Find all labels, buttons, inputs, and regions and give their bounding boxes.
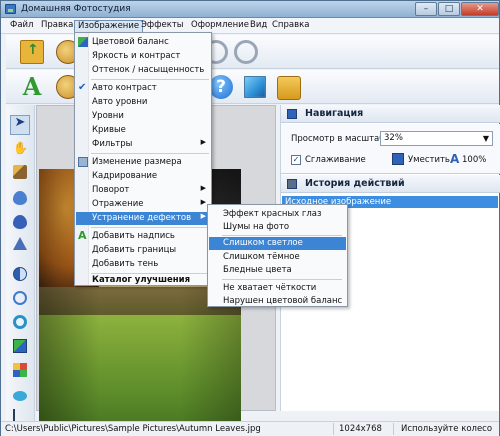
open-folder-icon[interactable]: [20, 40, 44, 64]
actual-size-button[interactable]: 100%: [462, 155, 486, 165]
menu-item-resize[interactable]: Изменение размера: [76, 156, 210, 169]
menu-item-brightness-contrast[interactable]: Яркость и контраст: [76, 50, 210, 63]
shopping-bag-icon[interactable]: [277, 76, 301, 100]
navigation-title: Навигация: [305, 108, 364, 119]
submenu-item-too-dark[interactable]: Слишком тёмное: [209, 251, 346, 264]
submenu-arrow-icon: ▶: [200, 184, 206, 192]
color-balance-icon: [78, 37, 88, 47]
submenu-arrow-icon: ▶: [200, 198, 206, 206]
menu-item-add-shadow[interactable]: Добавить тень: [76, 258, 210, 271]
menu-item-auto-levels[interactable]: Авто уровни: [76, 96, 210, 109]
redeye-tool-icon[interactable]: [13, 315, 27, 329]
navigation-body: Просмотр в масштабе 32% ▼ ✓ Сглаживание …: [281, 124, 500, 174]
menu-item-filters[interactable]: Фильтры ▶: [76, 138, 210, 151]
image-menu-dropdown: Цветовой баланс Яркость и контраст Оттен…: [74, 32, 212, 286]
zoom-value: 32%: [384, 133, 403, 143]
eraser-tool-icon[interactable]: [13, 391, 27, 401]
redo-icon[interactable]: [234, 40, 258, 64]
submenu-item-too-bright[interactable]: Слишком светлое: [209, 237, 346, 250]
help-icon[interactable]: ?: [209, 75, 233, 99]
submenu-item-lack-sharpness[interactable]: Не хватает чёткости: [209, 282, 346, 295]
submenu-arrow-icon: ▶: [200, 138, 206, 146]
channels-tool-icon[interactable]: [13, 363, 27, 377]
window-title: Домашняя Фотостудия: [21, 4, 131, 14]
submenu-item-noise[interactable]: Шумы на фото: [209, 221, 346, 234]
menu-item-auto-contrast[interactable]: ✔ Авто контраст: [76, 82, 210, 95]
blur-drop-icon[interactable]: [13, 191, 27, 205]
menu-separator: [91, 153, 209, 154]
hand-tool-icon[interactable]: ✋: [13, 141, 28, 155]
smoothing-checkbox[interactable]: ✓: [291, 155, 301, 165]
menu-item-enhancement-catalog[interactable]: Каталог улучшения: [76, 274, 210, 287]
menu-item-rotate[interactable]: Поворот ▶: [76, 184, 210, 197]
add-text-icon[interactable]: A: [20, 75, 44, 99]
submenu-item-pale-colors[interactable]: Бледные цвета: [209, 264, 346, 277]
chevron-down-icon: ▼: [482, 134, 489, 143]
status-hint: Используйте колесо: [401, 424, 493, 434]
history-header[interactable]: История действий: [281, 175, 500, 193]
zoom-label: Просмотр в масштабе: [291, 134, 390, 144]
menu-view[interactable]: Вид: [247, 20, 270, 33]
contrast-tool-icon[interactable]: [13, 267, 27, 281]
menu-item-add-borders[interactable]: Добавить границы: [76, 244, 210, 257]
ellipse-tool-icon[interactable]: [13, 291, 27, 305]
check-icon: ✔: [78, 82, 87, 93]
menu-file[interactable]: Файл: [7, 20, 36, 33]
status-path: C:\Users\Public\Pictures\Sample Pictures…: [5, 424, 261, 434]
fit-button[interactable]: Уместить: [408, 155, 450, 165]
submenu-item-color-balance-broken[interactable]: Нарушен цветовой баланс: [209, 295, 346, 308]
resize-icon: [78, 157, 88, 167]
triangle-tool-icon[interactable]: [13, 237, 27, 250]
select-tool-icon[interactable]: ➤: [10, 115, 30, 135]
menu-item-add-text[interactable]: A Добавить надпись: [76, 230, 210, 243]
tools-panel: ➤ ✋: [6, 105, 35, 423]
submenu-item-red-eye[interactable]: Эффект красных глаз: [209, 208, 346, 221]
history-title: История действий: [305, 178, 405, 189]
color-tool-icon[interactable]: [13, 339, 27, 353]
defects-submenu: Эффект красных глаз Шумы на фото Слишком…: [207, 204, 348, 307]
brush-tool-icon[interactable]: [13, 165, 27, 179]
menu-item-flip[interactable]: Отражение ▶: [76, 198, 210, 211]
app-icon: [5, 4, 16, 14]
menu-separator: [91, 79, 209, 80]
minimize-button[interactable]: –: [415, 2, 437, 16]
status-dimensions: 1024x768: [339, 424, 382, 434]
close-button[interactable]: ✕: [461, 2, 499, 16]
menu-separator: [222, 279, 342, 280]
smoothing-label: Сглаживание: [305, 155, 366, 165]
menu-separator: [222, 235, 342, 236]
app-window: Домашняя Фотостудия – □ ✕ Файл Правка Из…: [0, 0, 500, 436]
menu-item-crop[interactable]: Кадрирование: [76, 170, 210, 183]
zoom-select[interactable]: 32% ▼: [380, 131, 493, 146]
sharpen-drop-icon[interactable]: [13, 215, 27, 229]
menu-separator: [91, 227, 209, 228]
title-bar: Домашняя Фотостудия – □ ✕: [1, 1, 499, 18]
text-a-icon: A: [78, 229, 87, 242]
3d-box-icon[interactable]: [244, 76, 266, 98]
actual-size-icon[interactable]: A: [450, 152, 459, 166]
menu-item-color-balance[interactable]: Цветовой баланс: [76, 36, 210, 49]
maximize-button[interactable]: □: [438, 2, 460, 16]
fit-icon[interactable]: [392, 153, 404, 165]
menu-help[interactable]: Справка: [269, 20, 312, 33]
menu-item-curves[interactable]: Кривые: [76, 124, 210, 137]
navigation-header[interactable]: Навигация: [281, 105, 500, 123]
navigation-icon: [287, 109, 297, 119]
menu-item-hue-saturation[interactable]: Оттенок / насыщенность: [76, 64, 210, 77]
history-icon: [287, 179, 297, 189]
menu-edit[interactable]: Правка: [38, 20, 76, 33]
menu-item-fix-defects[interactable]: Устранение дефектов ▶: [76, 212, 210, 225]
status-bar: C:\Users\Public\Pictures\Sample Pictures…: [1, 421, 499, 436]
menu-item-levels[interactable]: Уровни: [76, 110, 210, 123]
submenu-arrow-icon: ▶: [200, 212, 206, 220]
